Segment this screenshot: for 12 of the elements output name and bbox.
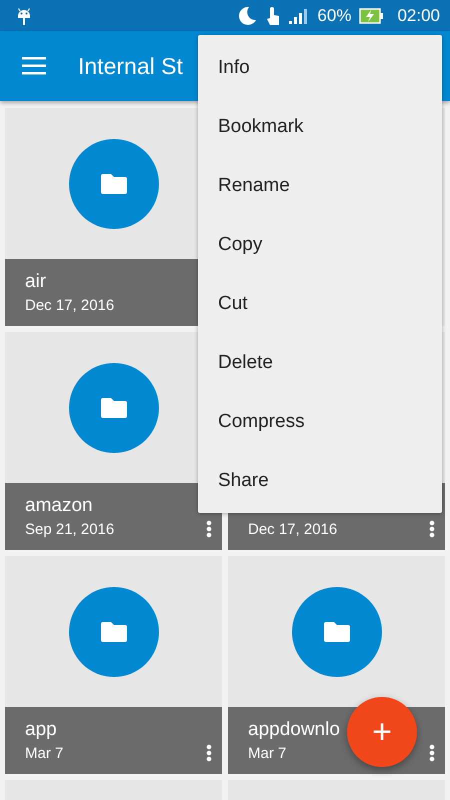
clock: 02:00 [397,6,440,26]
folder-date: Sep 21, 2016 [25,521,114,538]
folder-date: Mar 7 [25,745,64,762]
battery-percent: 60% [317,6,352,26]
folder-date: Dec 17, 2016 [248,521,338,538]
folder-date: Dec 17, 2016 [25,297,114,314]
folder-name: appdownlo [248,719,340,741]
folder-date: Mar 7 [248,745,286,762]
app-title: Internal St [78,52,183,80]
folder-name: app [25,719,57,741]
folder-name: air [25,271,46,293]
folder-name: amazon [25,495,93,517]
